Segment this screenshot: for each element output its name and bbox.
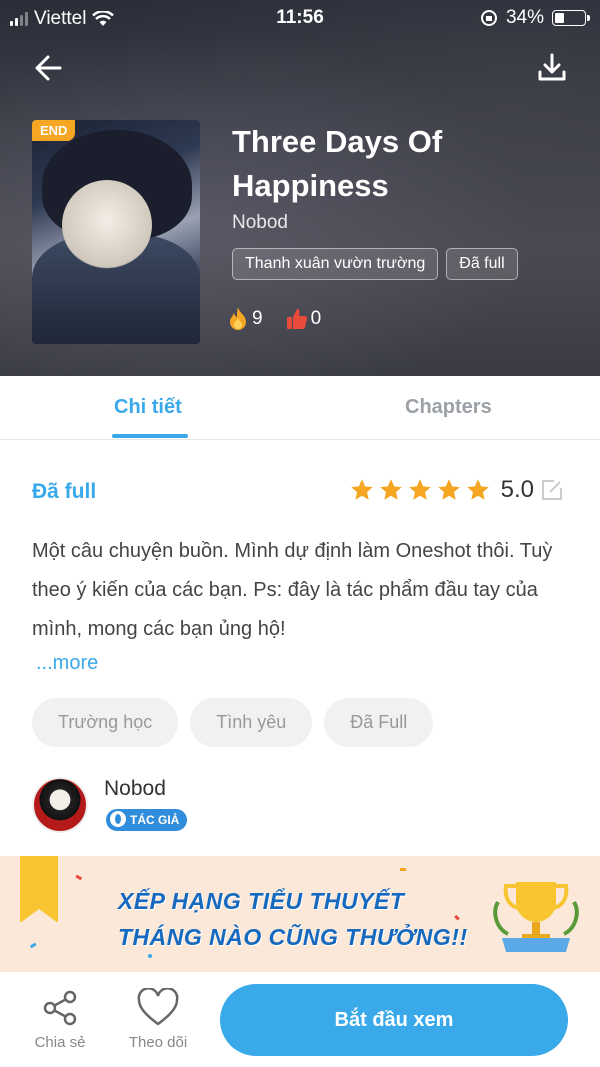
edit-icon[interactable] [540,478,564,502]
genre-list: Trường học Tình yêu Đã Full [32,698,434,747]
orientation-lock-icon [480,10,497,26]
rating[interactable]: 5.0 [349,476,564,504]
follow-button[interactable]: Theo dõi [118,988,198,1051]
fire-count: 9 [252,308,263,329]
book-hero-header: Viettel 11:56 34% END Three Days Of Happ… [0,0,600,376]
tab-chapters[interactable]: Chapters [405,396,492,419]
star-icon [466,479,489,500]
author-badge-label: TÁC GIẢ [130,813,180,827]
book-title: Three Days Of Happiness [232,124,443,203]
genre-chip[interactable]: Tình yêu [190,698,313,747]
like-stat: 0 [285,307,322,331]
book-author[interactable]: Nobod [232,212,288,234]
detail-tabs: Chi tiết Chapters [0,376,600,440]
end-badge: END [32,120,76,141]
read-more-link[interactable]: ...more [36,652,98,675]
star-rating [349,477,491,503]
share-button[interactable]: Chia sẻ [20,988,100,1051]
follow-label: Theo dõi [128,1034,188,1051]
battery-percent: 34% [505,7,544,28]
genre-chip[interactable]: Đã Full [324,698,434,747]
star-icon [379,479,402,500]
star-icon [350,479,373,500]
rating-score: 5.0 [500,476,534,503]
star-icon [408,479,431,500]
author-card[interactable]: Nobod TÁC GIẢ [32,775,568,835]
arrow-left-icon[interactable] [30,50,66,86]
status-right: 34% [480,7,590,29]
battery-icon [552,10,590,26]
book-description: Một câu chuyện buồn. Mình dự định làm On… [32,540,553,640]
status-bar: Viettel 11:56 34% [0,0,600,36]
active-tab-indicator [112,434,188,438]
promo-banner[interactable]: XẾP HẠNG TIỂU THUYẾT THÁNG NÀO CŨNG THƯỞ… [0,856,600,972]
tag-chip[interactable]: Đã full [446,248,518,280]
author-name[interactable]: Nobod [104,777,166,801]
tag-chip[interactable]: Thanh xuân vườn trường [232,248,439,280]
banner-headline: XẾP HẠNG TIỂU THUYẾT [118,888,405,914]
author-badge: TÁC GIẢ [106,809,188,831]
like-count: 0 [310,308,322,329]
download-icon[interactable] [534,50,570,86]
pen-icon [110,811,126,827]
tab-detail[interactable]: Chi tiết [114,396,182,419]
completion-status: Đã full [32,480,97,503]
book-cover [32,120,200,344]
trophy-icon [493,882,579,952]
book-tags: Thanh xuân vườn trường Đã full [232,248,518,280]
heart-icon [137,988,179,1026]
share-icon [43,990,77,1026]
start-reading-button[interactable]: Bắt đầu xem [220,984,568,1056]
fire-icon [230,307,246,330]
book-stats: 9 0 [226,306,321,332]
thumbs-up-icon [286,309,307,329]
genre-chip[interactable]: Trường học [32,698,179,747]
author-avatar[interactable] [32,777,88,833]
fire-stat: 9 [226,306,263,332]
bottom-action-bar: Chia sẻ Theo dõi Bắt đầu xem [0,972,600,1067]
banner-subline: THÁNG NÀO CŨNG THƯỞNG!! [118,924,468,950]
share-label: Chia sẻ [34,1034,86,1051]
star-icon [437,479,460,500]
